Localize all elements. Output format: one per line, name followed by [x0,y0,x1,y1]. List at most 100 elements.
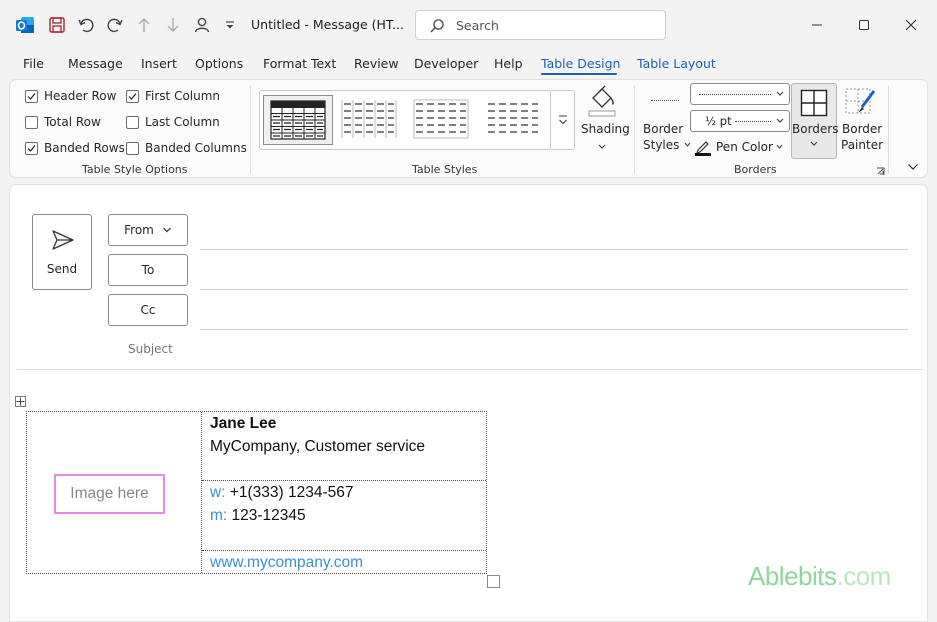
table-styles-more-button[interactable] [551,90,575,150]
borders-button[interactable]: Borders [791,83,838,159]
save-icon[interactable] [46,14,68,36]
chevron-down-icon [776,144,783,149]
outlook-logo-icon [14,14,36,36]
cc-field[interactable] [200,329,908,330]
checkbox-checked-icon [126,89,139,103]
arrow-up-icon[interactable] [133,14,155,36]
tab-options[interactable]: Options [195,56,243,71]
border-painter-label-2[interactable]: Painter [841,138,883,152]
message-compose-area: Send From To Cc Subject Image here Jane … [9,184,928,622]
image-placeholder[interactable]: Image here [54,474,165,514]
collapse-ribbon-icon[interactable] [907,160,919,174]
header-row-label: Header Row [44,89,117,103]
from-button[interactable]: From [108,214,188,246]
tab-table-layout[interactable]: Table Layout [637,56,716,71]
tab-developer[interactable]: Developer [414,56,478,71]
table-styles-group-label: Table Styles [412,163,478,176]
mobile-prefix: m: [210,507,228,524]
table-resize-handle[interactable] [487,575,500,588]
redo-icon[interactable] [104,14,126,36]
signature-mobile-line[interactable]: m: 123-12345 [210,507,306,525]
watermark-brand: Ablebits [748,561,837,591]
banded-columns-checkbox[interactable]: Banded Columns [126,141,247,155]
tab-table-design[interactable]: Table Design [541,56,620,71]
tab-file[interactable]: File [23,56,44,71]
to-label: To [141,263,155,277]
line-weight-dropdown[interactable]: ½ pt [690,110,790,132]
chevron-down-icon[interactable] [597,140,607,154]
tab-format-text[interactable]: Format Text [263,56,336,71]
table-style-grid-light[interactable] [335,95,405,145]
arrow-down-icon[interactable] [162,14,184,36]
borders-group-label: Borders [734,163,777,176]
line-weight-value: ½ pt [705,114,732,128]
table-move-handle-icon[interactable] [15,396,26,407]
first-column-checkbox[interactable]: First Column [126,89,220,103]
border-styles-button[interactable]: Styles [643,138,692,152]
banded-rows-checkbox[interactable]: Banded Rows [25,141,125,155]
table-styles-gallery [259,90,551,150]
signature-company[interactable]: MyCompany, Customer service [210,438,425,456]
table-style-plain-grid[interactable] [407,95,477,145]
header-row-checkbox[interactable]: Header Row [25,89,116,103]
from-field[interactable] [200,249,908,250]
undo-icon[interactable] [75,14,97,36]
address-book-icon[interactable] [191,14,213,36]
last-column-checkbox[interactable]: Last Column [126,115,220,129]
subject-label: Subject [128,342,173,356]
mobile-number: 123-12345 [231,507,306,524]
signature-website-link[interactable]: www.mycompany.com [210,554,363,572]
signature-image-cell[interactable]: Image here [27,412,202,573]
pen-color-button[interactable]: Pen Color [694,138,784,156]
send-label: Send [46,262,78,276]
signature-name[interactable]: Jane Lee [210,415,276,433]
checkbox-checked-icon [25,141,38,155]
send-icon [52,230,74,250]
active-tab-indicator [541,73,617,75]
borders-dialog-launcher-icon[interactable] [876,165,885,179]
tab-insert[interactable]: Insert [141,56,177,71]
chevron-down-icon [684,142,691,147]
table-style-dashed[interactable] [479,95,549,145]
maximize-icon[interactable] [851,12,877,38]
tab-help[interactable]: Help [494,56,523,71]
search-placeholder: Search [456,18,499,33]
tab-review[interactable]: Review [354,56,399,71]
search-input[interactable]: Search [415,10,666,40]
banded-rows-label: Banded Rows [44,141,125,155]
to-button[interactable]: To [108,254,188,286]
chevron-down-icon [776,91,784,96]
minimize-icon[interactable] [804,12,830,38]
close-icon[interactable] [898,12,924,38]
tab-message[interactable]: Message [68,56,123,71]
border-styles-label-2: Styles [643,138,680,152]
customize-toolbar-icon[interactable] [219,14,241,36]
table-style-grid-dark[interactable] [263,95,333,145]
pen-color-label: Pen Color [716,140,773,154]
border-styles-label-1[interactable]: Border [643,122,683,136]
shading-icon[interactable] [585,84,619,121]
chevron-down-icon [162,227,171,233]
window-title: Untitled - Message (HT... [251,17,405,32]
signature-table[interactable]: Image here Jane Lee MyCompany, Customer … [26,411,487,574]
phone-prefix: w: [210,484,226,501]
shading-label[interactable]: Shading [581,122,630,136]
send-button[interactable]: Send [32,214,92,290]
border-painter-icon[interactable] [844,87,878,122]
cc-button[interactable]: Cc [108,294,188,326]
border-painter-label-1[interactable]: Border [842,122,882,136]
cc-label: Cc [140,303,156,317]
table-style-options-group-label: Table Style Options [82,163,188,176]
checkbox-checked-icon [25,89,38,103]
phone-number: +1(333) 1234-567 [229,484,354,501]
pen-icon [695,141,711,156]
watermark-suffix: .com [836,561,892,591]
total-row-checkbox[interactable]: Total Row [25,115,101,129]
chevron-down-icon [776,118,784,123]
ablebits-watermark: Ablebits.com [748,561,891,592]
border-style-preview [651,100,679,101]
signature-phone-line[interactable]: w: +1(333) 1234-567 [210,484,353,502]
to-field[interactable] [200,289,908,290]
borders-grid-icon [800,89,828,117]
line-style-dropdown[interactable] [690,83,790,105]
